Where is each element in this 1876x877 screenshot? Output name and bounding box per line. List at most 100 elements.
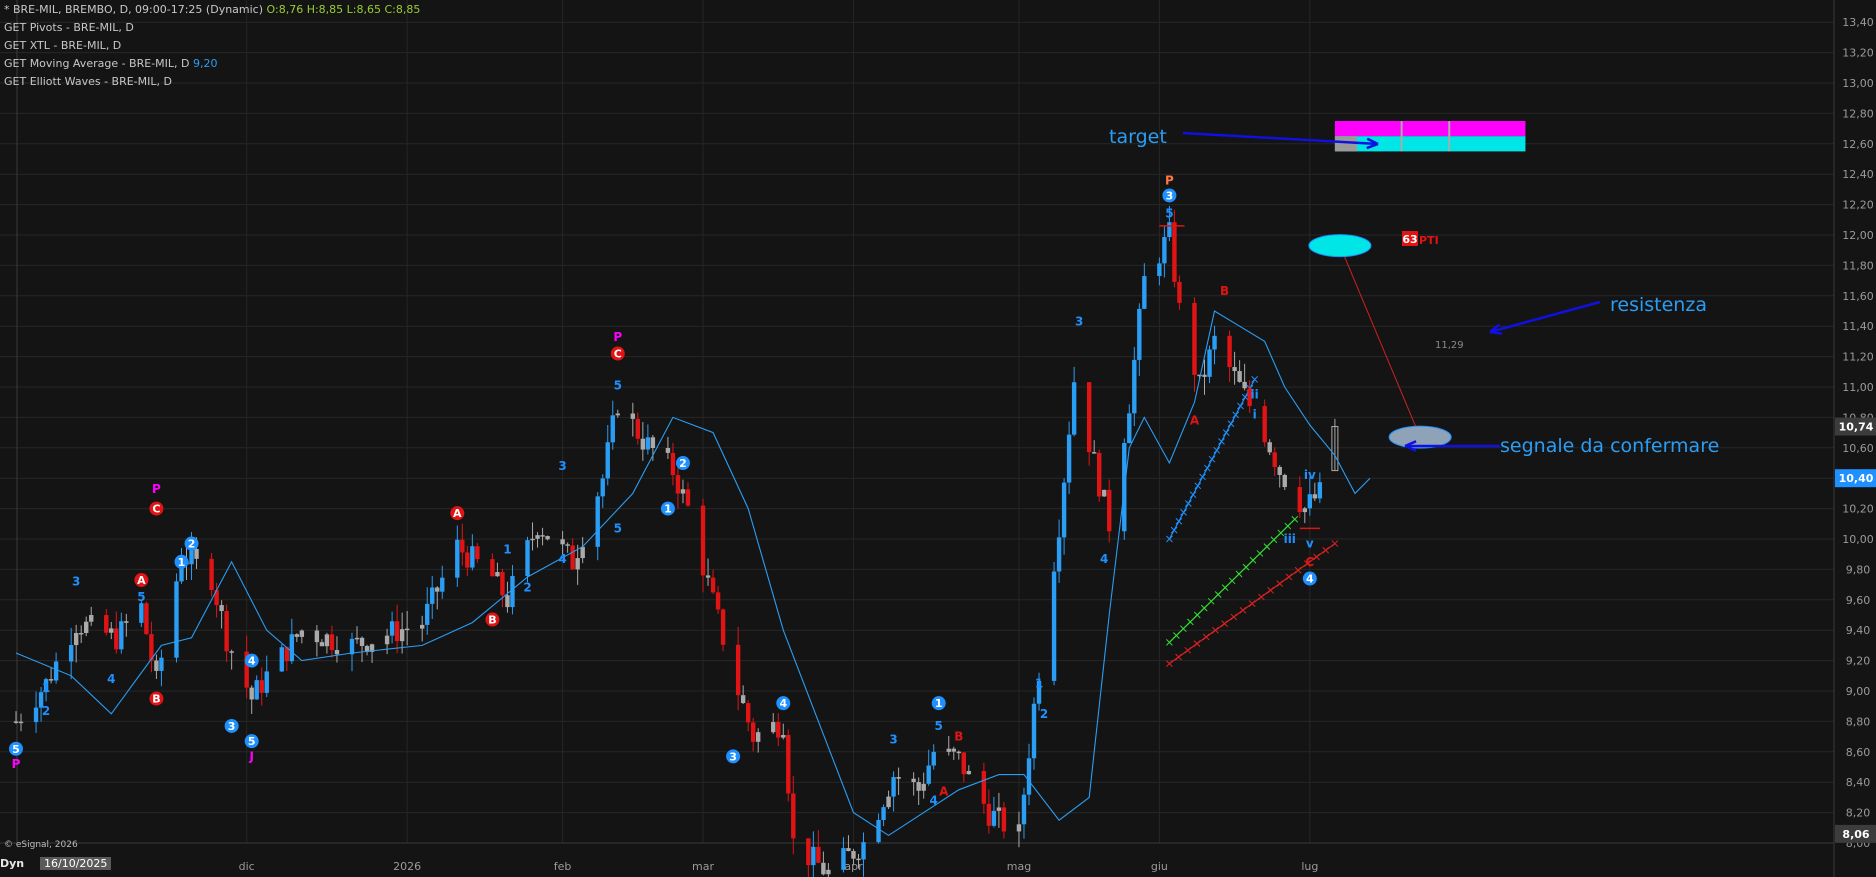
candle-body [289, 634, 295, 662]
candle-body [13, 721, 19, 723]
candle-body [595, 496, 600, 547]
wave-label: iv [1304, 468, 1316, 482]
candle-body [1302, 508, 1308, 513]
wave-label: J [248, 749, 253, 763]
candle-body [174, 581, 179, 658]
candle-body [951, 748, 956, 752]
candle-body [946, 748, 951, 752]
candle-body [560, 539, 565, 545]
candle-body [1267, 442, 1272, 453]
candle-body [455, 539, 460, 578]
study-value: 9,20 [193, 57, 218, 70]
candle-body [1071, 382, 1077, 435]
y-tick-label: 8,20 [1846, 807, 1871, 820]
candle-body [821, 862, 826, 875]
candle-body [314, 630, 320, 643]
candle-body [886, 796, 891, 808]
candle-body [911, 778, 916, 783]
candle-body [1162, 237, 1167, 264]
candle-body [1107, 489, 1112, 532]
candle-body [500, 572, 505, 596]
candle-body [750, 722, 756, 742]
candle-body [861, 842, 866, 860]
candle-body [319, 642, 325, 647]
candle-body [891, 776, 896, 797]
candle-body [1132, 359, 1137, 414]
candle-body [124, 621, 129, 623]
wave-label: 5 [614, 521, 622, 535]
candle-body [710, 577, 716, 593]
candle-body [1272, 452, 1277, 468]
candle-body [580, 546, 585, 559]
candle-body [996, 807, 1002, 811]
candle-body [1091, 452, 1097, 454]
y-tick-label: 11,60 [1842, 290, 1874, 303]
candle-body [299, 630, 305, 637]
wave-label: 4 [558, 552, 566, 566]
wave-label: B [954, 730, 963, 744]
candle-body [114, 628, 119, 650]
candle-body [881, 807, 886, 821]
wave-label: i [1253, 407, 1257, 421]
y-tick-label: 11,40 [1842, 320, 1874, 333]
candle-body [279, 647, 284, 672]
y-tick-label: 8,80 [1846, 715, 1871, 728]
candle-body [755, 732, 761, 742]
candle-body [826, 869, 831, 875]
wave-label: P [12, 757, 21, 771]
wave-label: A [453, 507, 462, 520]
candle-body [600, 478, 605, 497]
candle-body [510, 575, 515, 608]
candle-body [490, 559, 495, 577]
wave-label: 2 [523, 581, 531, 595]
candle-body [776, 722, 781, 738]
study-pivots[interactable]: GET Pivots - BRE-MIL, D [4, 21, 134, 34]
annotation-signal: segnale da confermare [1500, 435, 1719, 457]
wave-label: 5 [1165, 207, 1173, 221]
study-moving-average[interactable]: GET Moving Average - BRE-MIL, D 9,20 [4, 57, 218, 70]
wave-label: 4 [248, 655, 256, 668]
candle-body [635, 418, 641, 439]
candle-body [1001, 807, 1007, 832]
candle-body [525, 540, 530, 576]
candle-body [68, 645, 74, 662]
candle-body [495, 572, 500, 577]
ohlc-values: O:8,76 H:8,85 L:8,65 C:8,85 [266, 3, 421, 16]
y-tick-label: 8,60 [1846, 746, 1871, 759]
copyright-notice: © eSignal, 2026 [4, 840, 78, 850]
candle-body [1282, 474, 1287, 488]
candle-body [1207, 349, 1212, 377]
candle-body [1202, 374, 1207, 377]
wave-label: B [152, 693, 160, 706]
wave-label: B [1220, 284, 1229, 298]
signal-ellipse [1308, 234, 1372, 258]
y-tick-label: 11,80 [1842, 259, 1874, 272]
candle-body [1127, 413, 1132, 444]
study-elliott-waves[interactable]: GET Elliott Waves - BRE-MIL, D [4, 75, 172, 88]
candle-body [1242, 381, 1247, 389]
wave-label: 3 [72, 575, 80, 589]
candle-body [1307, 494, 1313, 509]
candle-body [1066, 434, 1072, 483]
price-badge-label: 10,40 [1839, 472, 1874, 485]
candle-body [921, 783, 926, 791]
candle-body [1102, 489, 1107, 497]
wave-label: 5 [614, 378, 622, 392]
wave-label: ii [1251, 388, 1259, 402]
candle-body [84, 621, 89, 634]
wave-label: 4 [1100, 552, 1108, 566]
candle-body [931, 751, 936, 766]
candle-body [1177, 281, 1182, 303]
y-tick-label: 12,40 [1842, 168, 1874, 181]
dynamic-mode-label[interactable]: Dyn [0, 857, 24, 870]
candle-body [475, 546, 480, 560]
study-xtl[interactable]: GET XTL - BRE-MIL, D [4, 39, 121, 52]
candle-body [259, 680, 264, 693]
candle-body [1157, 263, 1162, 277]
candle-body [670, 452, 676, 476]
y-tick-label: 8,40 [1846, 776, 1871, 789]
candle-body [219, 605, 224, 612]
candle-body [1026, 758, 1032, 795]
wave-label: C [152, 503, 160, 516]
price-chart[interactable]: 8,008,208,408,608,809,009,209,409,609,80… [0, 0, 1876, 877]
